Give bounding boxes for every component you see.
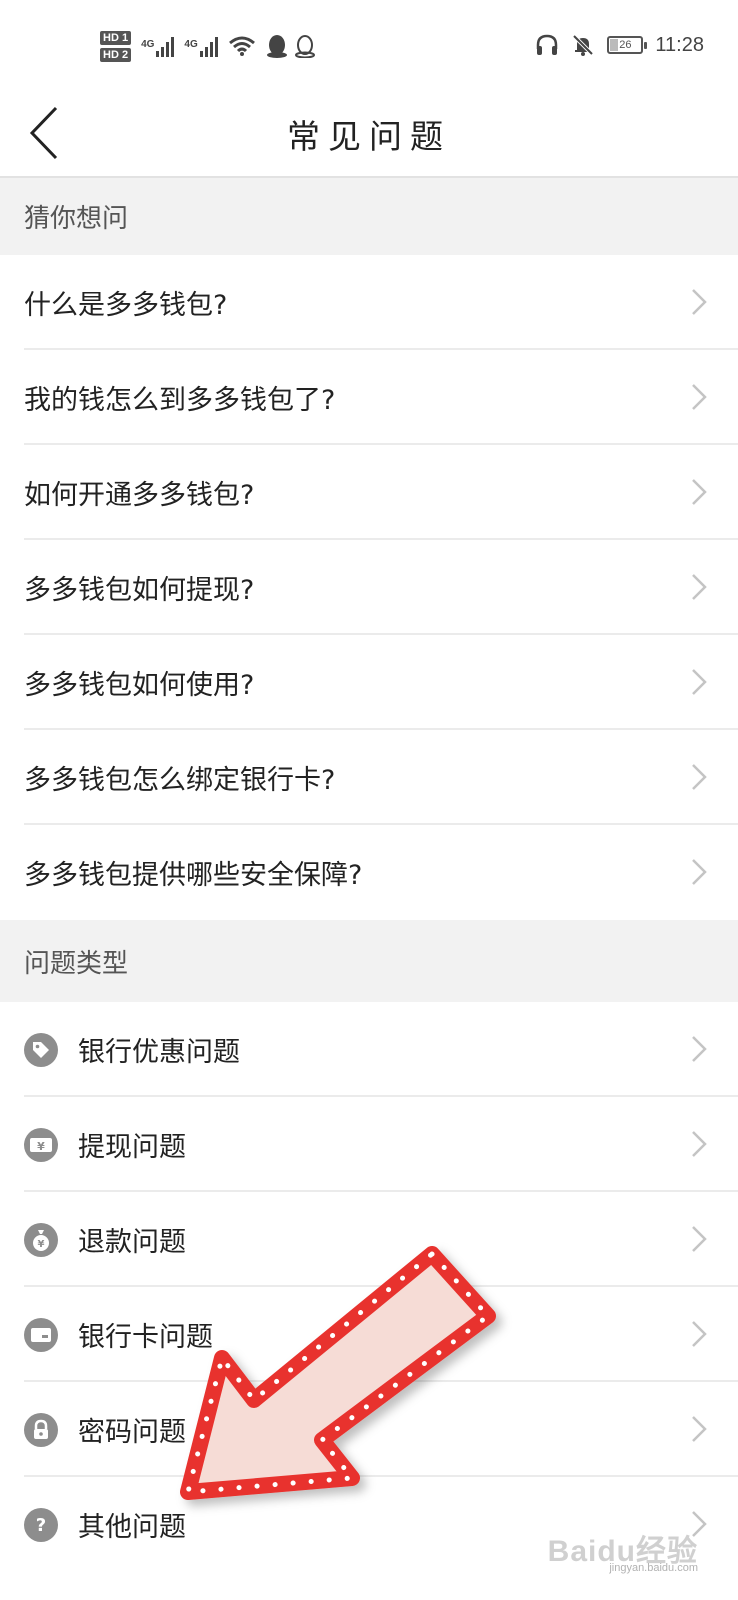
chevron-right-icon	[692, 1226, 707, 1252]
money-bag-icon: ¥	[24, 1223, 58, 1257]
faq-item-label: 如何开通多多钱包?	[24, 480, 255, 511]
question-icon: ?	[24, 1508, 58, 1542]
status-bar: HD 1 HD 2 4G 4G 26 11:28	[0, 0, 738, 90]
headphones-icon	[537, 34, 558, 55]
card-icon	[24, 1318, 58, 1352]
battery-level: 26	[619, 39, 632, 51]
category-label: 退款问题	[78, 1227, 186, 1258]
section-header-guess: 猜你想问	[0, 178, 738, 255]
nav-bar: 常见问题	[0, 90, 738, 178]
network-type-2: 4G	[184, 39, 198, 50]
section-header-types: 问题类型	[0, 920, 738, 1002]
faq-item-label: 多多钱包如何使用?	[24, 670, 255, 701]
faq-item[interactable]: 多多钱包提供哪些安全保障?	[0, 825, 738, 920]
faq-item-label: 什么是多多钱包?	[24, 290, 228, 321]
svg-text:¥: ¥	[37, 1140, 45, 1153]
chevron-right-icon	[692, 289, 707, 315]
svg-text:¥: ¥	[38, 1239, 45, 1250]
faq-item-label: 我的钱怎么到多多钱包了?	[24, 385, 336, 416]
status-right: 26 11:28	[535, 30, 704, 60]
bell-muted-icon	[573, 34, 594, 56]
faq-item[interactable]: 多多钱包如何使用?	[0, 635, 738, 730]
chevron-right-icon	[692, 1321, 707, 1347]
faq-item-label: 多多钱包怎么绑定银行卡?	[24, 765, 336, 796]
network-type-1: 4G	[141, 39, 155, 50]
faq-item[interactable]: 多多钱包怎么绑定银行卡?	[0, 730, 738, 825]
chevron-right-icon	[692, 384, 707, 410]
category-item-bank-card[interactable]: 银行卡问题	[0, 1287, 738, 1382]
category-label: 银行卡问题	[78, 1322, 213, 1353]
chevron-right-icon	[692, 764, 707, 790]
watermark-url: jingyan.baidu.com	[609, 1562, 698, 1574]
faq-item[interactable]: 多多钱包如何提现?	[0, 540, 738, 635]
faq-item[interactable]: 如何开通多多钱包?	[0, 445, 738, 540]
chevron-right-icon	[692, 1416, 707, 1442]
clock: 11:28	[655, 33, 704, 56]
faq-item-label: 多多钱包如何提现?	[24, 575, 255, 606]
category-item-refund[interactable]: ¥ 退款问题	[0, 1192, 738, 1287]
signal-1: 4G	[141, 35, 175, 57]
chevron-right-icon	[692, 1131, 707, 1157]
faq-item-label: 多多钱包提供哪些安全保障?	[24, 860, 363, 891]
page-title: 常见问题	[287, 117, 451, 156]
wifi-icon	[228, 36, 255, 56]
category-item-bank-offers[interactable]: 银行优惠问题	[0, 1002, 738, 1097]
faq-item[interactable]: 什么是多多钱包?	[0, 255, 738, 350]
category-item-password[interactable]: 密码问题	[0, 1382, 738, 1477]
category-label: 其他问题	[78, 1512, 186, 1543]
chevron-right-icon	[692, 479, 707, 505]
section-title: 猜你想问	[24, 204, 129, 234]
chevron-right-icon	[692, 574, 707, 600]
category-item-withdraw[interactable]: ¥ 提现问题	[0, 1097, 738, 1192]
faq-item[interactable]: 我的钱怎么到多多钱包了?	[0, 350, 738, 445]
lock-icon	[24, 1413, 58, 1447]
category-label: 提现问题	[78, 1132, 186, 1163]
signal-bars-icon	[156, 35, 175, 57]
chevron-right-icon	[692, 859, 707, 885]
tag-icon	[24, 1033, 58, 1067]
hd-badges: HD 1 HD 2	[100, 30, 132, 62]
signal-2: 4G	[184, 35, 218, 57]
watermark: Baidu经验 jingyan.baidu.com	[548, 1526, 698, 1574]
category-label: 密码问题	[78, 1417, 186, 1448]
qq-outline-icon	[294, 35, 315, 58]
signal-bars-icon	[199, 35, 218, 57]
status-left: HD 1 HD 2 4G 4G	[100, 22, 316, 70]
qq-icon	[266, 35, 287, 58]
yuan-ticket-icon: ¥	[24, 1128, 58, 1162]
battery-indicator: 26	[607, 36, 648, 54]
category-label: 银行优惠问题	[78, 1037, 240, 1068]
hd1-badge: HD 1	[100, 30, 132, 45]
section-title: 问题类型	[24, 948, 129, 979]
chevron-right-icon	[692, 1036, 707, 1062]
hd2-badge: HD 2	[100, 47, 132, 62]
chevron-right-icon	[692, 669, 707, 695]
